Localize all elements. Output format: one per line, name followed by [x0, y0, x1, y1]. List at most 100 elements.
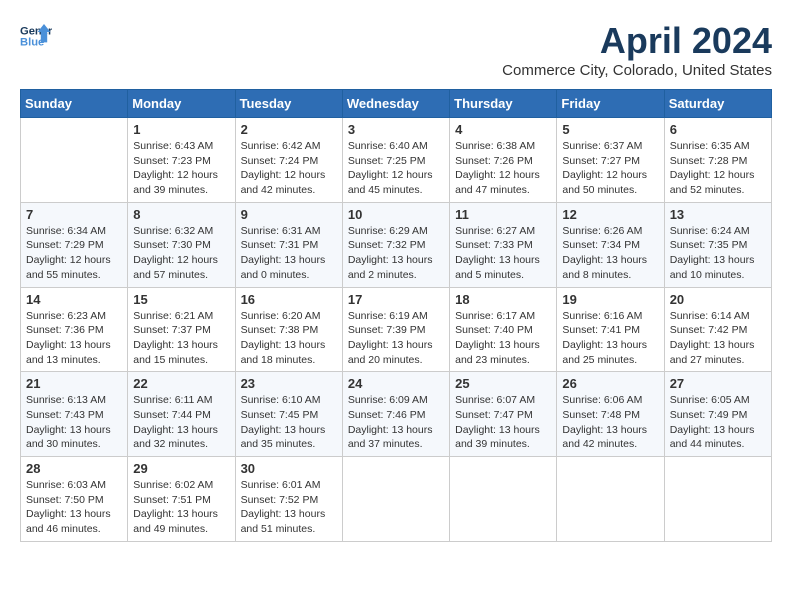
- table-row: 30 Sunrise: 6:01 AMSunset: 7:52 PMDaylig…: [235, 457, 342, 542]
- table-row: 11 Sunrise: 6:27 AMSunset: 7:33 PMDaylig…: [450, 202, 557, 287]
- table-row: [450, 457, 557, 542]
- day-number: 20: [670, 292, 766, 307]
- table-row: 8 Sunrise: 6:32 AMSunset: 7:30 PMDayligh…: [128, 202, 235, 287]
- calendar-header-row: Sunday Monday Tuesday Wednesday Thursday…: [21, 90, 772, 118]
- day-number: 24: [348, 376, 444, 391]
- day-number: 16: [241, 292, 337, 307]
- logo: General Blue: [20, 20, 56, 52]
- day-info: Sunrise: 6:11 AMSunset: 7:44 PMDaylight:…: [133, 393, 229, 452]
- table-row: [557, 457, 664, 542]
- day-info: Sunrise: 6:05 AMSunset: 7:49 PMDaylight:…: [670, 393, 766, 452]
- header-saturday: Saturday: [664, 90, 771, 118]
- table-row: 23 Sunrise: 6:10 AMSunset: 7:45 PMDaylig…: [235, 372, 342, 457]
- calendar-week-1: 1 Sunrise: 6:43 AMSunset: 7:23 PMDayligh…: [21, 118, 772, 203]
- day-number: 1: [133, 122, 229, 137]
- day-number: 29: [133, 461, 229, 476]
- svg-text:Blue: Blue: [20, 37, 44, 49]
- day-number: 4: [455, 122, 551, 137]
- month-year: April 2024: [502, 20, 772, 62]
- day-info: Sunrise: 6:43 AMSunset: 7:23 PMDaylight:…: [133, 139, 229, 198]
- table-row: 27 Sunrise: 6:05 AMSunset: 7:49 PMDaylig…: [664, 372, 771, 457]
- table-row: [21, 118, 128, 203]
- table-row: 10 Sunrise: 6:29 AMSunset: 7:32 PMDaylig…: [342, 202, 449, 287]
- day-info: Sunrise: 6:21 AMSunset: 7:37 PMDaylight:…: [133, 309, 229, 368]
- logo-icon: General Blue: [20, 20, 52, 52]
- table-row: 16 Sunrise: 6:20 AMSunset: 7:38 PMDaylig…: [235, 287, 342, 372]
- day-info: Sunrise: 6:20 AMSunset: 7:38 PMDaylight:…: [241, 309, 337, 368]
- day-info: Sunrise: 6:23 AMSunset: 7:36 PMDaylight:…: [26, 309, 122, 368]
- table-row: 29 Sunrise: 6:02 AMSunset: 7:51 PMDaylig…: [128, 457, 235, 542]
- day-number: 30: [241, 461, 337, 476]
- day-number: 19: [562, 292, 658, 307]
- day-info: Sunrise: 6:10 AMSunset: 7:45 PMDaylight:…: [241, 393, 337, 452]
- day-number: 10: [348, 207, 444, 222]
- day-number: 12: [562, 207, 658, 222]
- day-info: Sunrise: 6:17 AMSunset: 7:40 PMDaylight:…: [455, 309, 551, 368]
- day-number: 15: [133, 292, 229, 307]
- day-number: 27: [670, 376, 766, 391]
- day-info: Sunrise: 6:40 AMSunset: 7:25 PMDaylight:…: [348, 139, 444, 198]
- table-row: 2 Sunrise: 6:42 AMSunset: 7:24 PMDayligh…: [235, 118, 342, 203]
- day-info: Sunrise: 6:34 AMSunset: 7:29 PMDaylight:…: [26, 224, 122, 283]
- table-row: 20 Sunrise: 6:14 AMSunset: 7:42 PMDaylig…: [664, 287, 771, 372]
- table-row: 26 Sunrise: 6:06 AMSunset: 7:48 PMDaylig…: [557, 372, 664, 457]
- table-row: 13 Sunrise: 6:24 AMSunset: 7:35 PMDaylig…: [664, 202, 771, 287]
- table-row: 4 Sunrise: 6:38 AMSunset: 7:26 PMDayligh…: [450, 118, 557, 203]
- day-number: 17: [348, 292, 444, 307]
- page-header: General Blue April 2024 Commerce City, C…: [20, 20, 772, 79]
- day-info: Sunrise: 6:14 AMSunset: 7:42 PMDaylight:…: [670, 309, 766, 368]
- location: Commerce City, Colorado, United States: [502, 62, 772, 79]
- day-number: 3: [348, 122, 444, 137]
- day-number: 5: [562, 122, 658, 137]
- calendar-week-2: 7 Sunrise: 6:34 AMSunset: 7:29 PMDayligh…: [21, 202, 772, 287]
- table-row: 14 Sunrise: 6:23 AMSunset: 7:36 PMDaylig…: [21, 287, 128, 372]
- table-row: 22 Sunrise: 6:11 AMSunset: 7:44 PMDaylig…: [128, 372, 235, 457]
- day-info: Sunrise: 6:02 AMSunset: 7:51 PMDaylight:…: [133, 478, 229, 537]
- day-info: Sunrise: 6:42 AMSunset: 7:24 PMDaylight:…: [241, 139, 337, 198]
- day-info: Sunrise: 6:31 AMSunset: 7:31 PMDaylight:…: [241, 224, 337, 283]
- calendar-week-4: 21 Sunrise: 6:13 AMSunset: 7:43 PMDaylig…: [21, 372, 772, 457]
- table-row: 17 Sunrise: 6:19 AMSunset: 7:39 PMDaylig…: [342, 287, 449, 372]
- day-number: 22: [133, 376, 229, 391]
- table-row: 21 Sunrise: 6:13 AMSunset: 7:43 PMDaylig…: [21, 372, 128, 457]
- header-tuesday: Tuesday: [235, 90, 342, 118]
- day-number: 14: [26, 292, 122, 307]
- header-friday: Friday: [557, 90, 664, 118]
- table-row: 15 Sunrise: 6:21 AMSunset: 7:37 PMDaylig…: [128, 287, 235, 372]
- table-row: 28 Sunrise: 6:03 AMSunset: 7:50 PMDaylig…: [21, 457, 128, 542]
- table-row: 5 Sunrise: 6:37 AMSunset: 7:27 PMDayligh…: [557, 118, 664, 203]
- calendar-week-3: 14 Sunrise: 6:23 AMSunset: 7:36 PMDaylig…: [21, 287, 772, 372]
- table-row: 1 Sunrise: 6:43 AMSunset: 7:23 PMDayligh…: [128, 118, 235, 203]
- table-row: 9 Sunrise: 6:31 AMSunset: 7:31 PMDayligh…: [235, 202, 342, 287]
- day-info: Sunrise: 6:16 AMSunset: 7:41 PMDaylight:…: [562, 309, 658, 368]
- day-info: Sunrise: 6:01 AMSunset: 7:52 PMDaylight:…: [241, 478, 337, 537]
- table-row: 7 Sunrise: 6:34 AMSunset: 7:29 PMDayligh…: [21, 202, 128, 287]
- table-row: 3 Sunrise: 6:40 AMSunset: 7:25 PMDayligh…: [342, 118, 449, 203]
- table-row: 19 Sunrise: 6:16 AMSunset: 7:41 PMDaylig…: [557, 287, 664, 372]
- table-row: 25 Sunrise: 6:07 AMSunset: 7:47 PMDaylig…: [450, 372, 557, 457]
- day-info: Sunrise: 6:27 AMSunset: 7:33 PMDaylight:…: [455, 224, 551, 283]
- day-info: Sunrise: 6:29 AMSunset: 7:32 PMDaylight:…: [348, 224, 444, 283]
- header-thursday: Thursday: [450, 90, 557, 118]
- day-info: Sunrise: 6:32 AMSunset: 7:30 PMDaylight:…: [133, 224, 229, 283]
- table-row: 6 Sunrise: 6:35 AMSunset: 7:28 PMDayligh…: [664, 118, 771, 203]
- day-number: 26: [562, 376, 658, 391]
- day-info: Sunrise: 6:19 AMSunset: 7:39 PMDaylight:…: [348, 309, 444, 368]
- day-info: Sunrise: 6:35 AMSunset: 7:28 PMDaylight:…: [670, 139, 766, 198]
- day-info: Sunrise: 6:26 AMSunset: 7:34 PMDaylight:…: [562, 224, 658, 283]
- day-number: 7: [26, 207, 122, 222]
- table-row: [342, 457, 449, 542]
- day-info: Sunrise: 6:37 AMSunset: 7:27 PMDaylight:…: [562, 139, 658, 198]
- day-info: Sunrise: 6:24 AMSunset: 7:35 PMDaylight:…: [670, 224, 766, 283]
- day-info: Sunrise: 6:38 AMSunset: 7:26 PMDaylight:…: [455, 139, 551, 198]
- title-block: April 2024 Commerce City, Colorado, Unit…: [502, 20, 772, 79]
- table-row: 12 Sunrise: 6:26 AMSunset: 7:34 PMDaylig…: [557, 202, 664, 287]
- calendar-week-5: 28 Sunrise: 6:03 AMSunset: 7:50 PMDaylig…: [21, 457, 772, 542]
- day-number: 8: [133, 207, 229, 222]
- calendar-table: Sunday Monday Tuesday Wednesday Thursday…: [20, 89, 772, 542]
- day-number: 28: [26, 461, 122, 476]
- day-number: 9: [241, 207, 337, 222]
- header-monday: Monday: [128, 90, 235, 118]
- day-info: Sunrise: 6:06 AMSunset: 7:48 PMDaylight:…: [562, 393, 658, 452]
- day-number: 13: [670, 207, 766, 222]
